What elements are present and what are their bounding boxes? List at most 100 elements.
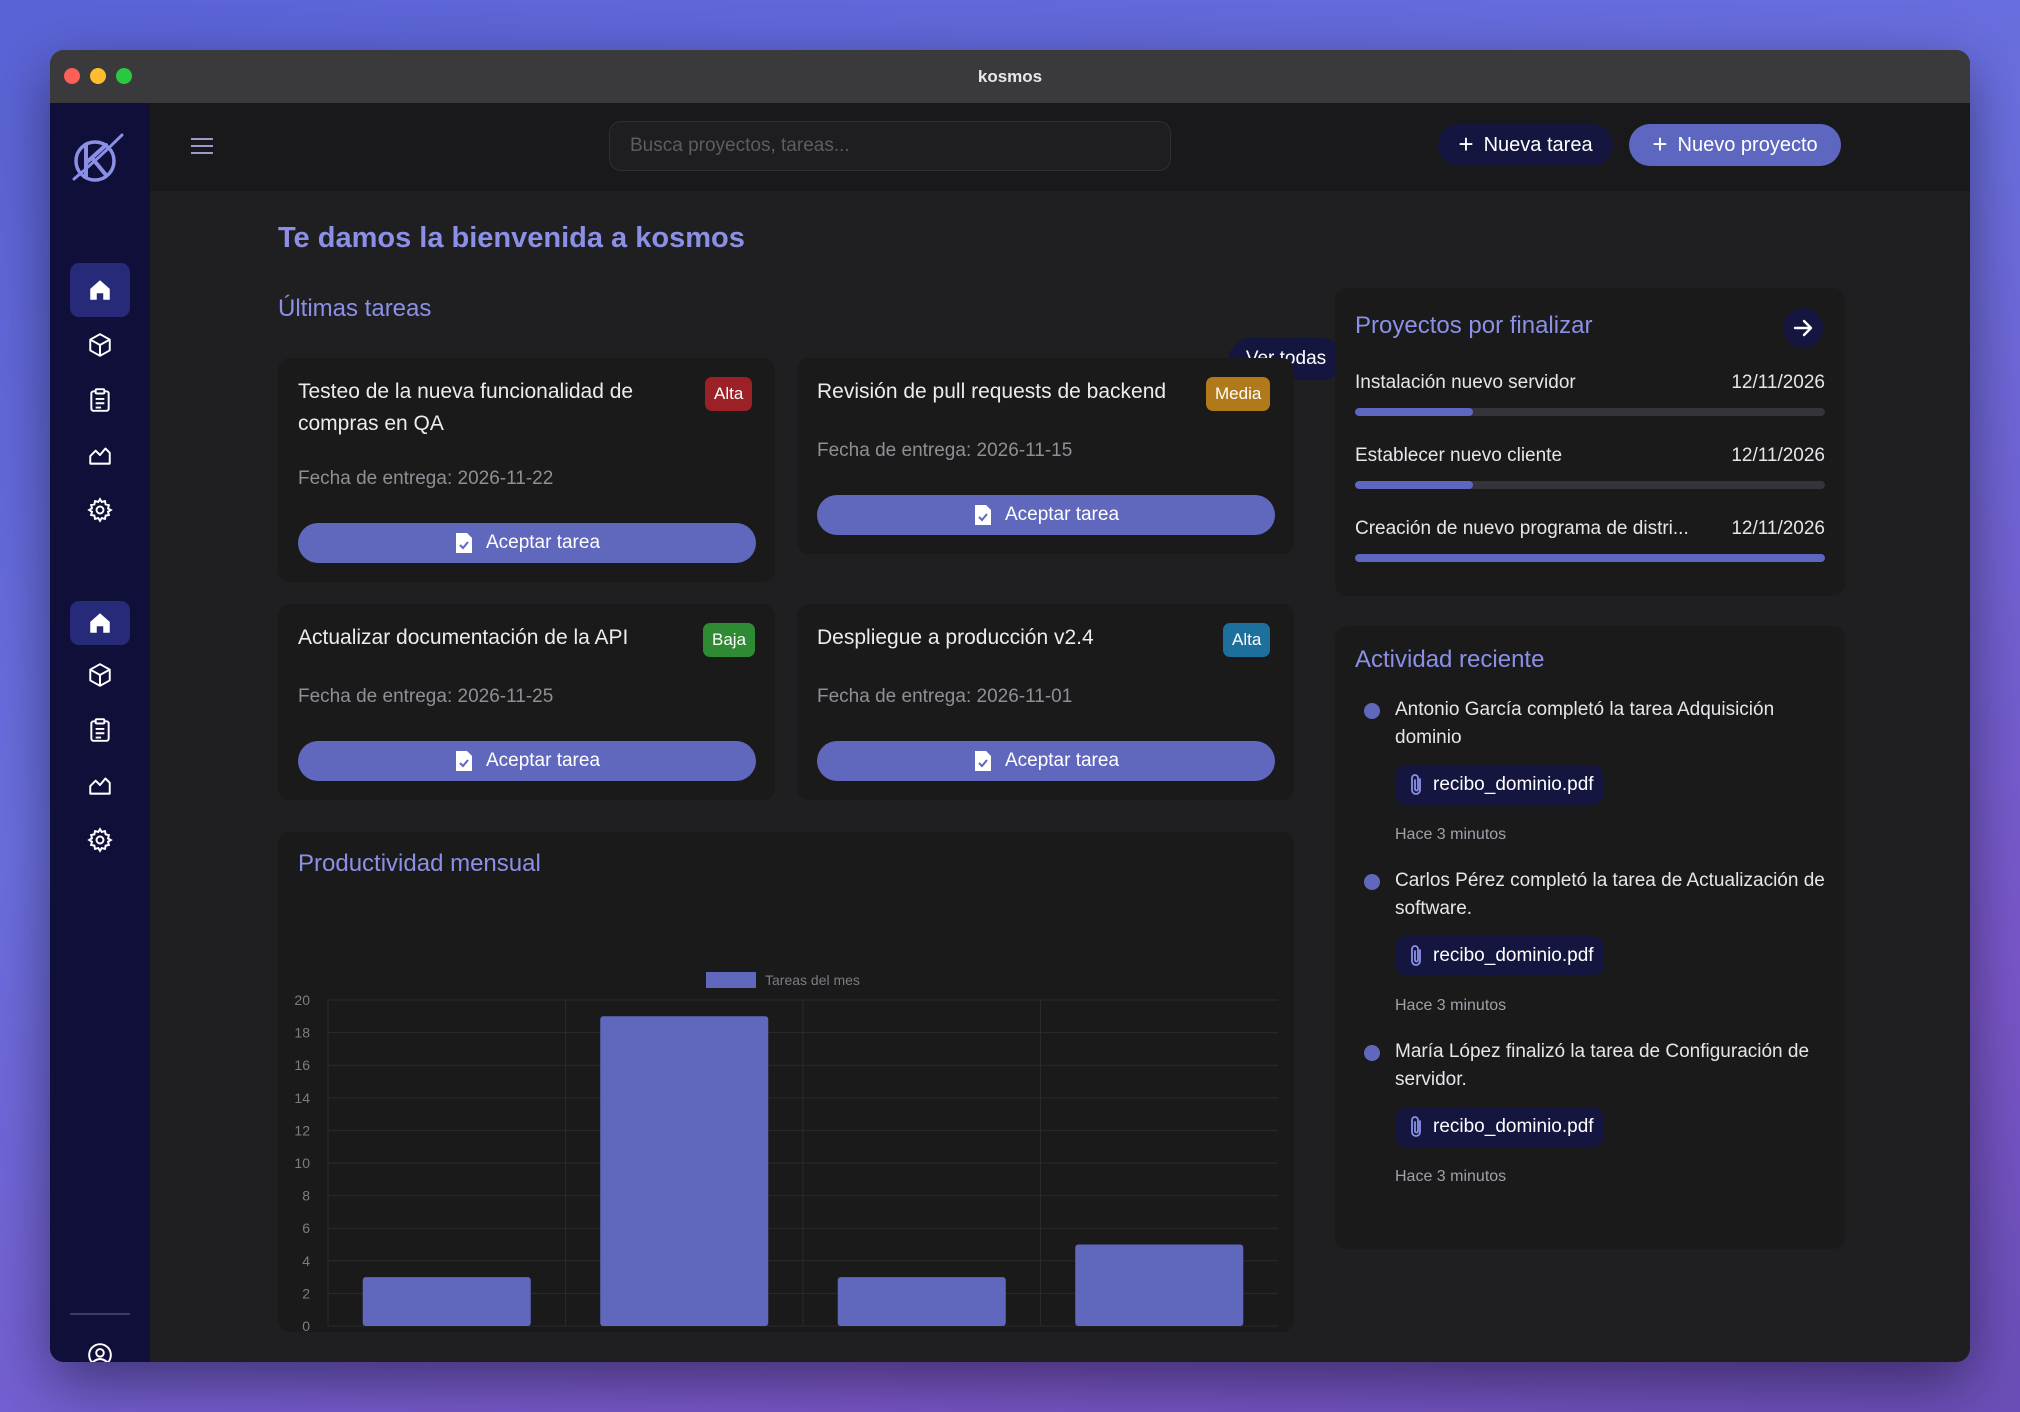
task-due-date: Fecha de entrega: 2026-11-01 — [817, 686, 1073, 707]
plus-icon: + — [1652, 129, 1668, 159]
sidebar-item-tasks-2[interactable] — [70, 703, 130, 757]
attachment-chip[interactable]: recibo_dominio.pdf — [1395, 765, 1604, 805]
home-icon — [90, 280, 110, 300]
projects-title: Proyectos por finalizar — [1355, 312, 1593, 339]
attachment-filename: recibo_dominio.pdf — [1433, 1116, 1594, 1137]
file-check-icon — [455, 751, 472, 771]
accept-task-button[interactable]: Aceptar tarea — [298, 523, 756, 563]
y-tick-label: 10 — [294, 1155, 310, 1171]
task-due-date: Fecha de entrega: 2026-11-25 — [298, 686, 554, 707]
project-date: 12/11/2026 — [1731, 372, 1825, 393]
accept-task-button[interactable]: Aceptar tarea — [817, 741, 1275, 781]
paperclip-icon — [1411, 774, 1421, 795]
arrow-right-icon[interactable] — [1783, 308, 1823, 348]
sidebar — [50, 103, 150, 1362]
close-window-button[interactable] — [64, 68, 80, 84]
sidebar-item-tasks[interactable] — [70, 373, 130, 427]
attachment-chip[interactable]: recibo_dominio.pdf — [1395, 936, 1604, 976]
sidebar-item-reports-2[interactable] — [70, 758, 130, 812]
accept-task-label: Aceptar tarea — [485, 532, 601, 553]
sidebar-item-home-2[interactable] — [70, 601, 130, 645]
sidebar-item-settings[interactable] — [70, 483, 130, 537]
task-title: Actualizar documentación de la API — [298, 626, 629, 649]
project-name: Establecer nuevo cliente — [1355, 445, 1563, 466]
task-title: Testeo de la nueva funcionalidad de comp… — [298, 380, 634, 435]
priority-badge: Baja — [703, 623, 756, 657]
accept-task-button[interactable]: Aceptar tarea — [298, 741, 756, 781]
attachment-filename: recibo_dominio.pdf — [1433, 945, 1594, 966]
clipboard-icon — [90, 718, 110, 742]
minimize-window-button[interactable] — [90, 68, 106, 84]
file-check-icon — [974, 505, 991, 525]
bar-chart: 02468101214161820PendienteEn progresoEn … — [294, 972, 1278, 1332]
kosmos-logo[interactable] — [68, 129, 126, 187]
task-title: Revisión de pull requests de backend — [817, 380, 1167, 403]
file-check-icon — [455, 533, 472, 553]
project-progress-fill — [1355, 481, 1473, 489]
project-progress-fill — [1355, 554, 1825, 562]
window-title: kosmos — [977, 66, 1043, 86]
task-due-date: Fecha de entrega: 2026-11-15 — [817, 440, 1073, 461]
activity-time: Hace 3 minutos — [1395, 1168, 1507, 1185]
sidebar-item-reports[interactable] — [70, 428, 130, 482]
page-title: Te damos la bienvenida a kosmos — [278, 222, 745, 254]
sidebar-item-home[interactable] — [70, 263, 130, 317]
search-input[interactable] — [609, 121, 1171, 171]
y-tick-label: 6 — [302, 1220, 310, 1236]
window-controls — [64, 68, 132, 84]
sidebar-item-settings-2[interactable] — [70, 813, 130, 867]
project-progress-fill — [1355, 408, 1473, 416]
accept-task-label: Aceptar tarea — [1004, 750, 1120, 771]
new-project-label: Nuevo proyecto — [1677, 133, 1818, 156]
task-title: Despliegue a producción v2.4 — [817, 626, 1094, 649]
chart-icon — [89, 777, 111, 795]
project-progress-bar — [1355, 408, 1825, 416]
attachment-filename: recibo_dominio.pdf — [1433, 774, 1594, 795]
project-name: Creación de nuevo programa de distri... — [1355, 518, 1689, 539]
priority-badge: Media — [1206, 377, 1271, 411]
legend-label: Tareas del mes — [765, 972, 860, 988]
y-tick-label: 4 — [302, 1253, 310, 1269]
sidebar-divider — [70, 1313, 130, 1315]
task-card: Actualizar documentación de la API Baja … — [278, 604, 775, 800]
y-tick-label: 8 — [302, 1188, 310, 1204]
bar — [362, 1277, 531, 1326]
gear-icon — [87, 827, 113, 853]
activity-text: Antonio García completó la tarea Adquisi… — [1395, 699, 1775, 748]
project-date: 12/11/2026 — [1731, 445, 1825, 466]
user-circle-icon — [88, 1343, 112, 1362]
file-check-icon — [974, 751, 991, 771]
activity-bullet — [1364, 703, 1380, 719]
gear-icon — [87, 497, 113, 523]
bar — [600, 1016, 769, 1326]
sidebar-item-projects-2[interactable] — [70, 648, 130, 702]
sidebar-item-profile[interactable] — [70, 1328, 130, 1362]
activity-card: Actividad reciente Antonio García comple… — [1335, 626, 1845, 1249]
y-tick-label: 14 — [294, 1090, 310, 1106]
activity-title: Actividad reciente — [1355, 646, 1545, 673]
latest-tasks-title: Últimas tareas — [278, 295, 432, 322]
menu-icon[interactable] — [190, 136, 214, 156]
activity-time: Hace 3 minutos — [1395, 997, 1507, 1014]
sidebar-item-projects[interactable] — [70, 318, 130, 372]
y-tick-label: 0 — [302, 1318, 310, 1332]
project-progress-bar — [1355, 554, 1825, 562]
new-project-button[interactable]: + Nuevo proyecto — [1629, 124, 1841, 166]
new-task-button[interactable]: + Nueva tarea — [1438, 124, 1613, 166]
project-name: Instalación nuevo servidor — [1355, 372, 1576, 393]
accept-task-label: Aceptar tarea — [1004, 504, 1120, 525]
maximize-window-button[interactable] — [116, 68, 132, 84]
projects-card: Proyectos por finalizar Instalación nuev… — [1335, 288, 1845, 596]
title-bar: kosmos — [50, 50, 1970, 103]
cube-icon — [89, 663, 111, 687]
clipboard-icon — [90, 388, 110, 412]
attachment-chip[interactable]: recibo_dominio.pdf — [1395, 1107, 1604, 1147]
y-tick-label: 12 — [294, 1122, 310, 1138]
task-due-date: Fecha de entrega: 2026-11-22 — [298, 468, 554, 489]
app-window: kosmos Busca proyectos, tareas... + Nuev… — [50, 50, 1970, 1362]
paperclip-icon — [1411, 1116, 1421, 1137]
y-tick-label: 16 — [294, 1057, 310, 1073]
priority-badge: Alta — [1223, 623, 1271, 657]
accept-task-button[interactable]: Aceptar tarea — [817, 495, 1275, 535]
bar — [837, 1277, 1006, 1326]
